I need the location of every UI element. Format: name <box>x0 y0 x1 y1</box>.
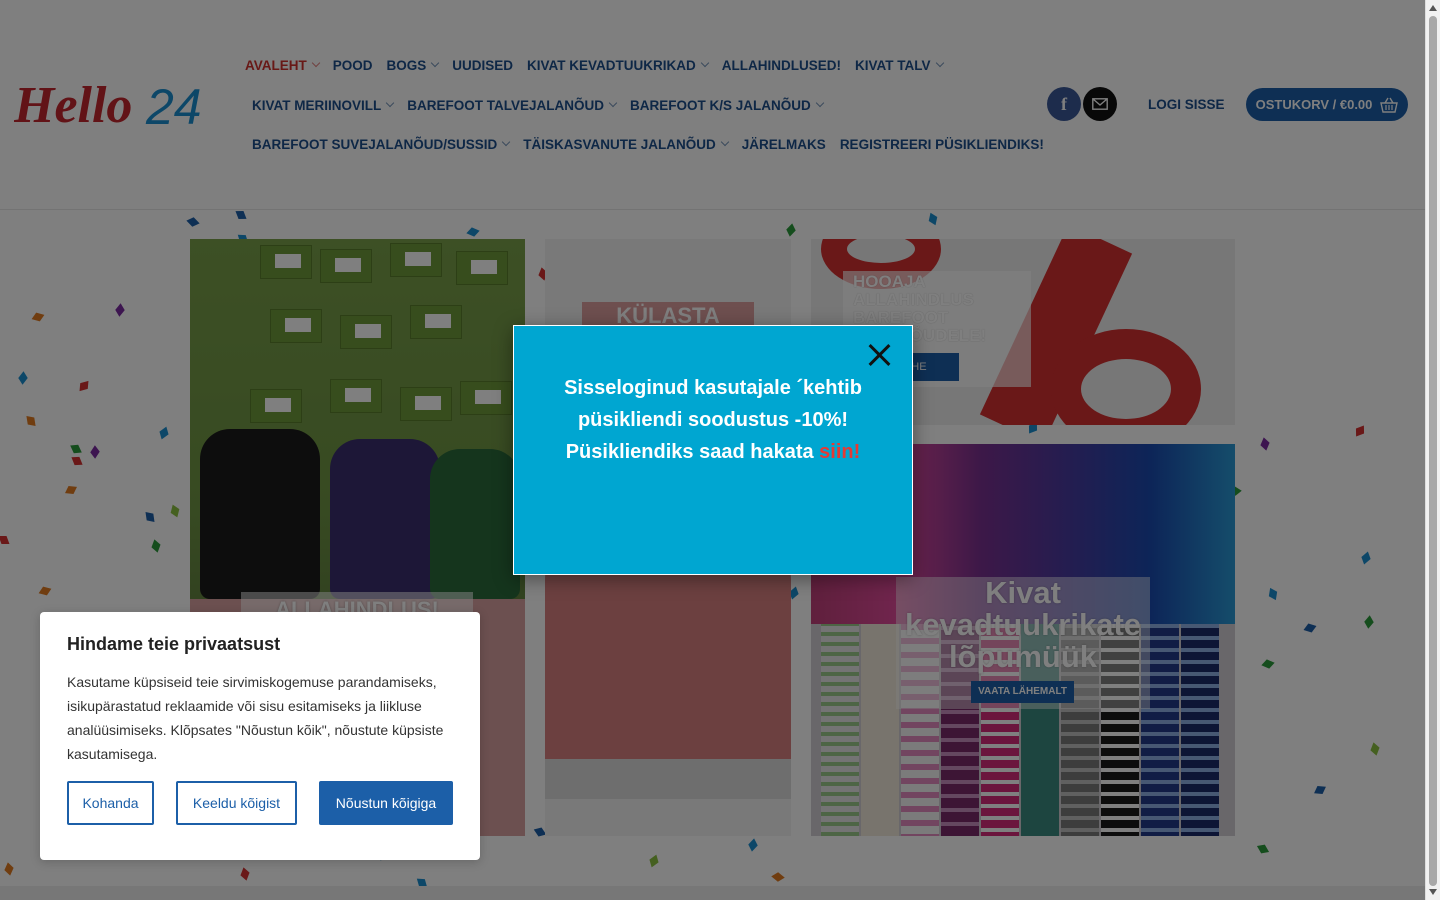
popup-message: Sisseloginud kasutajale ´kehtib püsiklie… <box>534 372 892 468</box>
popup-register-link[interactable]: siin! <box>819 441 860 463</box>
cookie-reject-button[interactable]: Keeldu kõigist <box>176 781 297 825</box>
loyalty-popup: Sisseloginud kasutajale ´kehtib püsiklie… <box>513 325 913 575</box>
scroll-down-arrow[interactable] <box>1429 889 1437 895</box>
popup-line-1: Sisseloginud kasutajale ´kehtib püsiklie… <box>564 377 862 431</box>
scroll-up-arrow[interactable] <box>1429 5 1437 11</box>
close-icon[interactable] <box>866 342 892 368</box>
page-scrollbar[interactable] <box>1425 0 1440 900</box>
cookie-accept-button[interactable]: Nõustun kõigiga <box>319 781 453 825</box>
cookie-consent: Hindame teie privaatsust Kasutame küpsis… <box>40 612 480 860</box>
scroll-thumb[interactable] <box>1429 16 1437 886</box>
cookie-title: Hindame teie privaatsust <box>67 634 281 654</box>
popup-line-2: Püsikliendiks saad hakata <box>565 441 820 463</box>
cookie-body: Kasutame küpsiseid teie sirvimiskogemuse… <box>67 674 444 762</box>
cookie-customize-button[interactable]: Kohanda <box>67 781 154 825</box>
